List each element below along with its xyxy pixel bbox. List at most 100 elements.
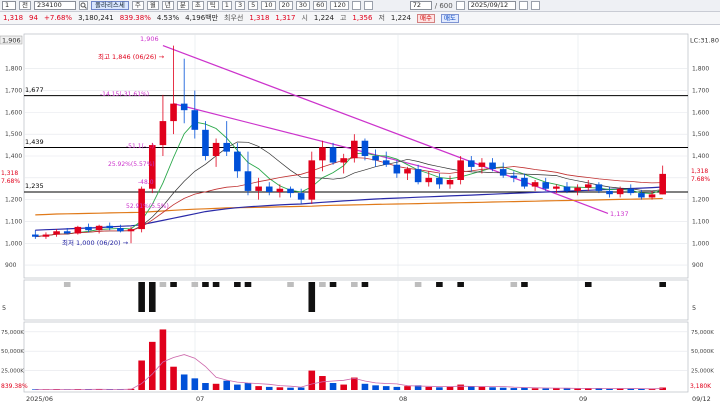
candlestick-chart[interactable]: 1,800 1,800 1,700 1,700 1,600 1,600 1,500 1,500… — [0, 26, 720, 404]
volume-bar — [478, 386, 486, 390]
price-tick-right: 1,700 — [692, 88, 709, 95]
volume-bar — [244, 383, 252, 390]
interval-120-button[interactable]: 120 — [330, 1, 349, 10]
chevron-down-icon[interactable] — [455, 1, 465, 10]
oscillator-bar — [308, 282, 316, 312]
candle-body — [361, 140, 369, 156]
chart-area[interactable]: 1,800 1,800 1,700 1,700 1,600 1,600 1,500 1,500… — [0, 26, 720, 404]
candle-body — [404, 169, 411, 174]
oscillator-bar — [202, 282, 209, 287]
count-input[interactable]: 72 — [409, 1, 432, 10]
candle-body — [170, 103, 177, 122]
price-tick-right: 1,100 — [692, 218, 709, 225]
candle-body — [606, 190, 613, 195]
oscillator-bar — [287, 282, 294, 287]
volume-bar — [648, 389, 656, 390]
candle-body — [265, 186, 273, 192]
volume-bar — [138, 360, 145, 390]
price-tick-left: 1,100 — [5, 218, 22, 225]
low-label: 저 — [378, 14, 385, 22]
price-tick-left: 1,600 — [5, 109, 22, 116]
price-tick-right: 1,800 — [692, 66, 709, 73]
volume-bar — [255, 386, 262, 390]
candle-body — [351, 140, 358, 159]
trade-amount: 4,196백만 — [185, 14, 219, 22]
period-tick-button[interactable]: 틱 — [206, 1, 219, 10]
settings-icon[interactable] — [351, 1, 361, 10]
volume-bar — [521, 387, 528, 390]
volume-tag: 3,180K — [690, 383, 712, 390]
interval-5-button[interactable]: 5 — [248, 1, 259, 10]
volume-bar — [361, 383, 369, 390]
candle-body — [85, 226, 92, 231]
hline-label-1235: 1,235 — [25, 182, 44, 190]
volume-bar — [297, 387, 305, 390]
period-input[interactable]: 1 — [2, 1, 16, 10]
candle-body — [74, 226, 82, 234]
oscillator-bar — [170, 282, 177, 287]
candle-body — [340, 158, 347, 163]
lock-icon[interactable] — [530, 1, 540, 10]
candle-body — [244, 171, 252, 191]
count-total: / 600 — [434, 1, 453, 10]
oscillator-bar — [191, 282, 199, 287]
period-month-button[interactable]: 월 — [146, 1, 159, 10]
candle-body — [638, 193, 645, 198]
candle-body — [659, 173, 666, 195]
left-price-tag: 1,318 — [1, 170, 18, 177]
search-icon[interactable] — [78, 1, 88, 10]
left-top-tag: 1,906 — [2, 37, 21, 45]
oscillator-bar — [138, 282, 145, 312]
interval-10-button[interactable]: 10 — [261, 1, 276, 10]
candle-body — [478, 162, 486, 167]
stock-code-input[interactable]: 234100 — [33, 1, 76, 10]
oscillator-bar — [234, 282, 241, 287]
price-tick-left: 1,000 — [5, 240, 22, 247]
volume: 3,180,241 — [78, 14, 114, 22]
candle-body — [234, 151, 241, 172]
volume-bar — [606, 388, 613, 390]
interval-20-button[interactable]: 20 — [278, 1, 293, 10]
candle-body — [329, 147, 337, 163]
buy-button[interactable]: 매수 — [416, 13, 435, 23]
calendar-icon[interactable] — [518, 1, 528, 10]
oscillator-bar — [361, 282, 369, 287]
sell-button[interactable]: 매도 — [440, 13, 459, 23]
turnover: 4.53% — [156, 14, 180, 22]
left-pct-tag: 7.68% — [1, 178, 20, 185]
tab-all[interactable]: 전 — [19, 1, 31, 10]
calendar-grid-icon[interactable] — [363, 1, 373, 10]
candle-body — [106, 225, 114, 228]
period-second-button[interactable]: 초 — [191, 1, 204, 10]
candle-body — [414, 169, 422, 183]
volume-bar — [319, 376, 326, 390]
price-change: 94 — [29, 14, 38, 22]
price-tick-left: 1,700 — [5, 88, 22, 95]
date-input[interactable]: 2025/09/12 — [467, 1, 516, 10]
oscillator-bar — [436, 282, 443, 287]
oscillator-bar — [457, 282, 464, 287]
interval-30-button[interactable]: 30 — [295, 1, 311, 10]
interval-3-button[interactable]: 3 — [234, 1, 246, 10]
candle-body — [467, 160, 475, 167]
pct-annotation-3: 52.91%(5.5%) — [126, 203, 169, 210]
price-tick-left: 1,200 — [5, 197, 22, 204]
volume-tick-left: 25,000K — [1, 369, 24, 375]
interval-60-button[interactable]: 60 — [313, 1, 328, 10]
candle-body — [319, 147, 326, 161]
period-year-button[interactable]: 년 — [161, 1, 174, 10]
volume-bar — [340, 384, 347, 390]
candle-body — [212, 142, 220, 156]
oscillator-bar — [521, 282, 528, 287]
interval-1-button[interactable]: 1 — [221, 1, 232, 10]
right-top-tag: LC:31.80 — [690, 37, 719, 45]
period-minute-button[interactable]: 분 — [176, 1, 189, 10]
price-tick-right: 900 — [692, 262, 704, 269]
hline-label-1439: 1,439 — [25, 138, 44, 146]
oscillator-bar — [244, 282, 252, 287]
period-week-button[interactable]: 주 — [131, 1, 144, 10]
candle-body — [648, 194, 656, 198]
candle-body — [627, 188, 635, 194]
volume-tick-left: 75,000K — [1, 330, 24, 336]
candle-body — [32, 234, 39, 237]
